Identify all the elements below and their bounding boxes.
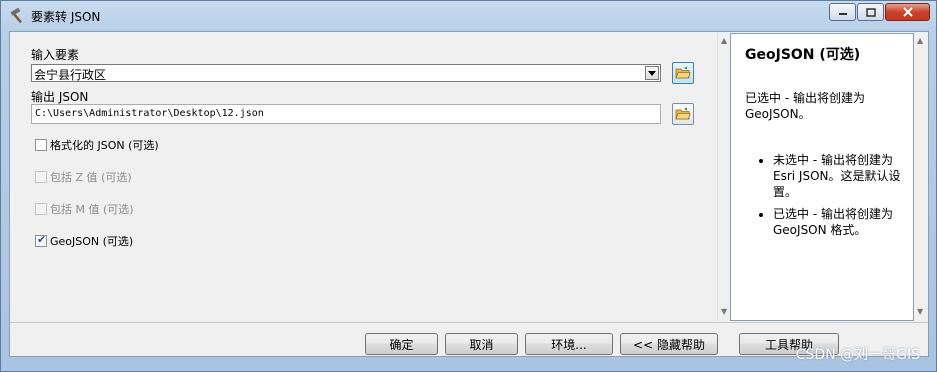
input-features-label: 输入要素 — [31, 48, 80, 62]
help-bullets: 未选中 - 输出将创建为 Esri JSON。这是默认设置。 已选中 - 输出将… — [745, 152, 903, 238]
format-json-checkbox[interactable] — [35, 139, 47, 151]
close-icon — [902, 7, 913, 17]
divider — [10, 322, 928, 323]
maximize-icon — [865, 7, 876, 17]
open-folder-icon — [675, 66, 691, 79]
help-bullet: 已选中 - 输出将创建为 GeoJSON 格式。 — [773, 206, 903, 238]
output-json-label: 输出 JSON — [31, 90, 89, 104]
window-controls — [828, 3, 930, 21]
include-m-checkbox-row: 包括 M 值 (可选) — [35, 201, 134, 217]
include-z-checkbox-row: 包括 Z 值 (可选) — [35, 169, 132, 185]
scroll-down-icon[interactable]: ▼ — [721, 307, 727, 316]
include-m-label: 包括 M 值 (可选) — [50, 203, 134, 216]
hide-help-button[interactable]: << 隐藏帮助 — [620, 333, 718, 355]
geojson-checkbox-row[interactable]: ✔ GeoJSON (可选) — [35, 233, 133, 249]
hammer-icon — [9, 7, 27, 25]
include-z-label: 包括 Z 值 (可选) — [50, 171, 132, 184]
title-bar[interactable]: 要素转 JSON — [1, 1, 936, 31]
environments-button[interactable]: 环境... — [525, 333, 613, 355]
minimize-button[interactable] — [829, 3, 856, 21]
format-json-checkbox-row[interactable]: 格式化的 JSON (可选) — [35, 137, 159, 153]
help-intro: 已选中 - 输出将创建为 GeoJSON。 — [745, 91, 865, 121]
parameters-panel: 输入要素 会宁县行政区 输出 JSON C:\Users\Administrat… — [11, 33, 717, 321]
parameters-scrollbar[interactable]: ▲ ▼ — [717, 33, 730, 321]
window-title: 要素转 JSON — [31, 10, 101, 24]
watermark: CSDN @刘一哥GIS — [795, 347, 920, 363]
include-z-checkbox — [35, 171, 47, 183]
maximize-button[interactable] — [857, 3, 884, 21]
input-features-value: 会宁县行政区 — [34, 68, 107, 82]
dialog-window: 要素转 JSON 输入要素 会宁县行政区 输出 JSON C:\Users\Ad… — [0, 0, 937, 372]
scroll-up-icon[interactable]: ▲ — [721, 36, 727, 45]
include-m-checkbox — [35, 203, 47, 215]
browse-output-button[interactable] — [672, 103, 694, 125]
minimize-icon — [838, 13, 847, 15]
combo-dropdown-button[interactable] — [645, 66, 659, 80]
geojson-label: GeoJSON (可选) — [50, 235, 134, 248]
cancel-button[interactable]: 取消 — [445, 333, 518, 355]
open-folder-icon — [675, 107, 691, 120]
help-bullet: 未选中 - 输出将创建为 Esri JSON。这是默认设置。 — [773, 152, 903, 200]
output-json-field[interactable]: C:\Users\Administrator\Desktop\12.json — [31, 104, 661, 124]
dialog-content: 输入要素 会宁县行政区 输出 JSON C:\Users\Administrat… — [9, 31, 929, 357]
input-features-combo[interactable]: 会宁县行政区 — [31, 64, 661, 82]
help-title: GeoJSON (可选) — [745, 47, 861, 63]
scroll-up-icon[interactable]: ▲ — [917, 36, 923, 45]
ok-button[interactable]: 确定 — [365, 333, 438, 355]
chevron-down-icon — [648, 70, 656, 76]
close-button[interactable] — [885, 3, 930, 21]
format-json-label: 格式化的 JSON (可选) — [50, 139, 159, 152]
help-panel: GeoJSON (可选) 已选中 - 输出将创建为 GeoJSON。 未选中 -… — [730, 33, 914, 321]
help-scrollbar[interactable]: ▲ ▼ — [914, 33, 928, 321]
geojson-checkbox[interactable]: ✔ — [35, 233, 47, 247]
browse-input-button[interactable] — [672, 62, 694, 84]
output-json-value: C:\Users\Administrator\Desktop\12.json — [35, 108, 264, 119]
checkmark-icon: ✔ — [37, 233, 47, 246]
scroll-down-icon[interactable]: ▼ — [917, 307, 923, 316]
